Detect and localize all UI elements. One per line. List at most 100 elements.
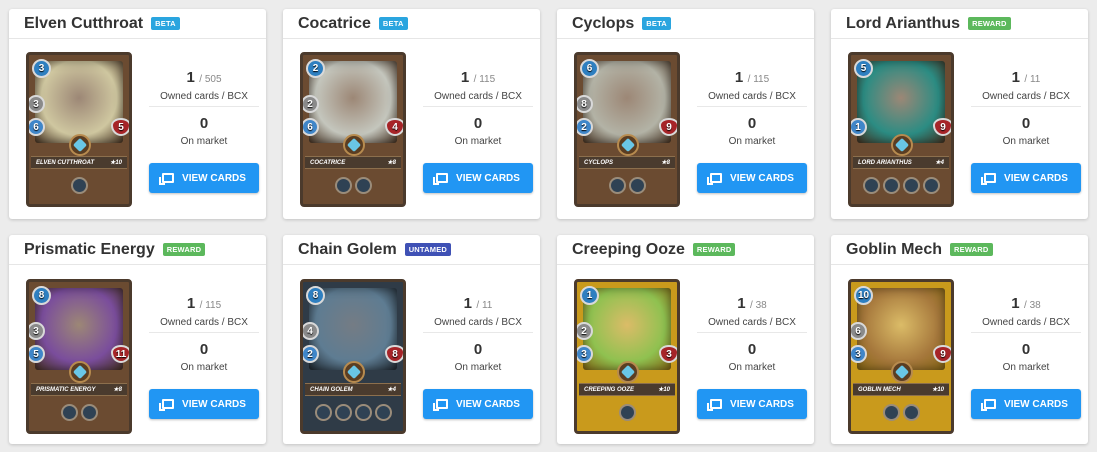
- owned-count: 1: [737, 295, 746, 312]
- speed-icon: 3: [577, 345, 593, 363]
- cards-icon: [433, 173, 449, 185]
- health-icon: 9: [659, 118, 677, 136]
- owned-label: Owned cards / BCX: [160, 91, 248, 102]
- card-level: ★4: [387, 387, 396, 393]
- card-level: ★10: [931, 387, 944, 393]
- card-header: Prismatic Energy REWARD: [9, 235, 266, 265]
- card-title[interactable]: Cyclops: [572, 15, 634, 33]
- owned-label: Owned cards / BCX: [708, 317, 796, 328]
- owned-stats: 1 / 115 Owned cards / BCX: [423, 69, 533, 102]
- card-image[interactable]: 8 4 2 8 Chain Golem ★4: [300, 279, 406, 434]
- view-cards-label: VIEW CARDS: [1004, 398, 1068, 410]
- ability-icon: [314, 404, 332, 421]
- ability-row: [577, 177, 677, 194]
- view-cards-label: VIEW CARDS: [730, 398, 794, 410]
- card-header: Chain Golem UNTAMED: [283, 235, 540, 265]
- collection-card: Cocatrice BETA 2 2 6 4 Cocatrice ★8 1 / …: [283, 9, 540, 219]
- card-level: ★4: [935, 160, 944, 166]
- edition-badge: REWARD: [162, 243, 206, 256]
- market-label: On market: [180, 362, 228, 373]
- divider: [423, 106, 533, 107]
- owned-count: 1: [186, 69, 195, 86]
- ability-icon: [882, 177, 900, 194]
- view-cards-button[interactable]: VIEW CARDS: [423, 389, 533, 419]
- view-cards-button[interactable]: VIEW CARDS: [149, 163, 259, 193]
- ability-row: [851, 404, 951, 421]
- owned-label: Owned cards / BCX: [434, 317, 522, 328]
- view-cards-button[interactable]: VIEW CARDS: [697, 389, 807, 419]
- card-title[interactable]: Prismatic Energy: [24, 241, 155, 259]
- ability-row: [303, 404, 403, 421]
- card-title[interactable]: Lord Arianthus: [846, 15, 960, 33]
- card-ribbon-name: Goblin Mech: [858, 386, 901, 393]
- bcx-count: / 115: [473, 74, 496, 85]
- view-cards-button[interactable]: VIEW CARDS: [971, 163, 1081, 193]
- owned-stats: 1 / 38 Owned cards / BCX: [971, 295, 1081, 328]
- owned-count: 1: [460, 69, 470, 86]
- market-count: 0: [199, 341, 209, 358]
- ability-icon: [922, 177, 940, 194]
- edition-badge: UNTAMED: [404, 243, 452, 256]
- card-image[interactable]: 3 3 6 5 Elven Cutthroat ★10: [26, 52, 132, 207]
- cards-icon: [707, 173, 723, 185]
- card-name-ribbon: Cyclops ★8: [579, 156, 675, 169]
- view-cards-button[interactable]: VIEW CARDS: [149, 389, 259, 419]
- market-count: 0: [1021, 341, 1031, 358]
- mana-icon: 8: [306, 286, 325, 305]
- bcx-count: / 505: [199, 74, 222, 85]
- health-icon: 11: [111, 345, 129, 363]
- card-image[interactable]: 8 3 5 11 Prismatic Energy ★8: [26, 279, 132, 434]
- divider: [971, 332, 1081, 333]
- owned-stats: 1 / 115 Owned cards / BCX: [697, 69, 807, 102]
- mana-icon: 6: [580, 59, 599, 78]
- edition-badge: BETA: [378, 17, 408, 30]
- owned-stats: 1 / 115 Owned cards / BCX: [149, 295, 259, 328]
- ability-row: [577, 404, 677, 421]
- owned-stats: 1 / 38 Owned cards / BCX: [697, 295, 807, 328]
- ability-icon: [374, 404, 392, 421]
- view-cards-button[interactable]: VIEW CARDS: [423, 163, 533, 193]
- card-image[interactable]: 10 6 3 9 Goblin Mech ★10: [848, 279, 954, 434]
- element-icon: [69, 134, 91, 156]
- health-icon: 9: [933, 118, 951, 136]
- card-title[interactable]: Chain Golem: [298, 241, 397, 259]
- market-label: On market: [1002, 362, 1050, 373]
- market-count: 0: [1021, 115, 1031, 132]
- mana-icon: 3: [32, 59, 51, 78]
- card-ribbon-name: Elven Cutthroat: [36, 159, 95, 166]
- market-stats: 0 On market: [697, 341, 807, 373]
- card-title[interactable]: Goblin Mech: [846, 241, 942, 259]
- card-image[interactable]: 5 1 9 Lord Arianthus ★4: [848, 52, 954, 207]
- card-title[interactable]: Cocatrice: [298, 15, 371, 33]
- view-cards-button[interactable]: VIEW CARDS: [697, 163, 807, 193]
- card-title[interactable]: Elven Cutthroat: [24, 15, 143, 33]
- card-ribbon-name: Chain Golem: [310, 386, 353, 393]
- market-stats: 0 On market: [149, 341, 259, 373]
- element-icon: [343, 361, 365, 383]
- card-image[interactable]: 1 2 3 3 Creeping Ooze ★10: [574, 279, 680, 434]
- card-image[interactable]: 2 2 6 4 Cocatrice ★8: [300, 52, 406, 207]
- market-label: On market: [454, 136, 502, 147]
- mana-icon: 10: [854, 286, 873, 305]
- market-stats: 0 On market: [149, 115, 259, 147]
- view-cards-label: VIEW CARDS: [182, 172, 246, 184]
- card-name-ribbon: Prismatic Energy ★8: [31, 383, 127, 396]
- card-image[interactable]: 6 8 2 9 Cyclops ★8: [574, 52, 680, 207]
- market-stats: 0 On market: [697, 115, 807, 147]
- attack-icon: 3: [29, 95, 45, 113]
- card-header: Lord Arianthus REWARD: [831, 9, 1088, 39]
- speed-icon: 6: [29, 118, 45, 136]
- card-title[interactable]: Creeping Ooze: [572, 241, 685, 259]
- view-cards-label: VIEW CARDS: [456, 398, 520, 410]
- attack-icon: 4: [303, 322, 319, 340]
- divider: [697, 106, 807, 107]
- owned-label: Owned cards / BCX: [982, 91, 1070, 102]
- collection-card: Cyclops BETA 6 8 2 9 Cyclops ★8 1 / 115 …: [557, 9, 814, 219]
- divider: [149, 106, 259, 107]
- card-name-ribbon: Elven Cutthroat ★10: [31, 156, 127, 169]
- market-stats: 0 On market: [971, 115, 1081, 147]
- card-ribbon-name: Prismatic Energy: [36, 386, 96, 393]
- view-cards-button[interactable]: VIEW CARDS: [971, 389, 1081, 419]
- card-grid: Elven Cutthroat BETA 3 3 6 5 Elven Cutth…: [9, 9, 1088, 444]
- market-count: 0: [747, 115, 757, 132]
